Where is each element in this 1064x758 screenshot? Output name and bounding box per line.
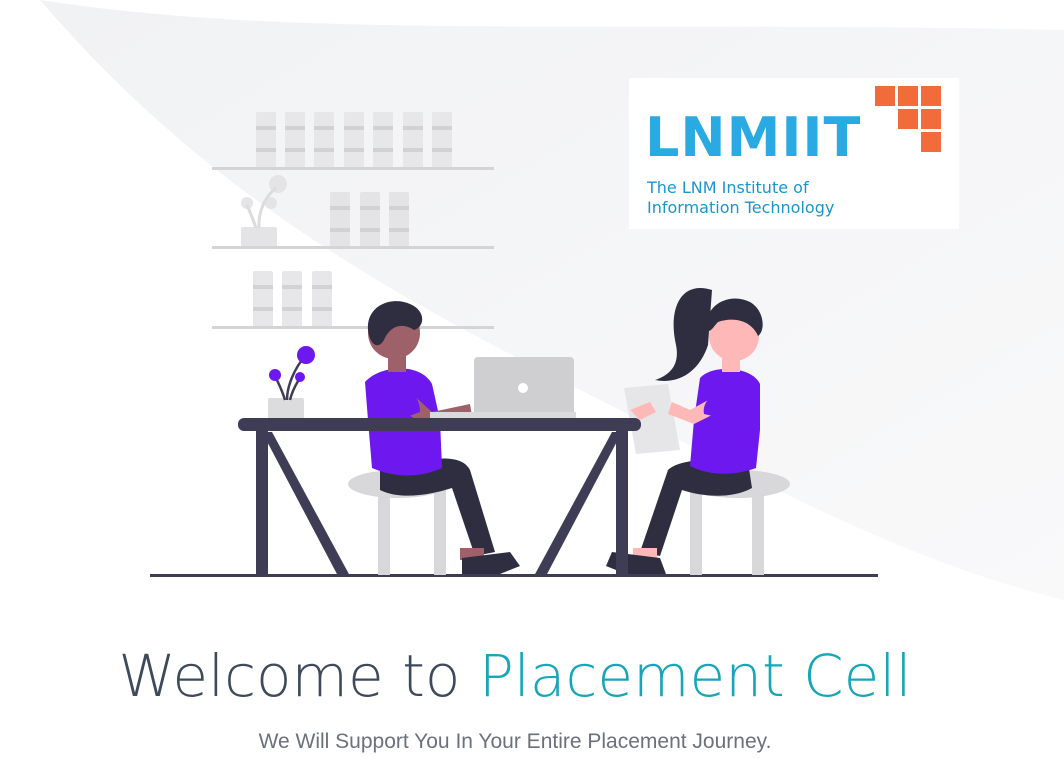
page-title-accent: Placement Cell xyxy=(478,642,912,710)
logo-subtitle-line2: Information Technology xyxy=(647,198,835,217)
bookshelf xyxy=(212,112,494,329)
page-tagline: We Will Support You In Your Entire Place… xyxy=(258,730,772,753)
desk-plant xyxy=(268,346,315,420)
person-woman-reading xyxy=(606,288,763,574)
logo-subtitle-line1: The LNM Institute of xyxy=(647,178,809,197)
placement-cell-landing-page: LNMIIT The LNM Institute of Information … xyxy=(0,0,1064,758)
logo-squares-icon xyxy=(875,86,941,152)
logo-subtitle: The LNM Institute of Information Technol… xyxy=(647,178,834,218)
page-title-prefix: Welcome to xyxy=(118,642,479,710)
lnmiit-logo: LNMIIT The LNM Institute of Information … xyxy=(629,78,959,229)
page-title: Welcome to Placement Cell xyxy=(0,640,1030,712)
logo-title: LNMIIT xyxy=(645,106,862,169)
